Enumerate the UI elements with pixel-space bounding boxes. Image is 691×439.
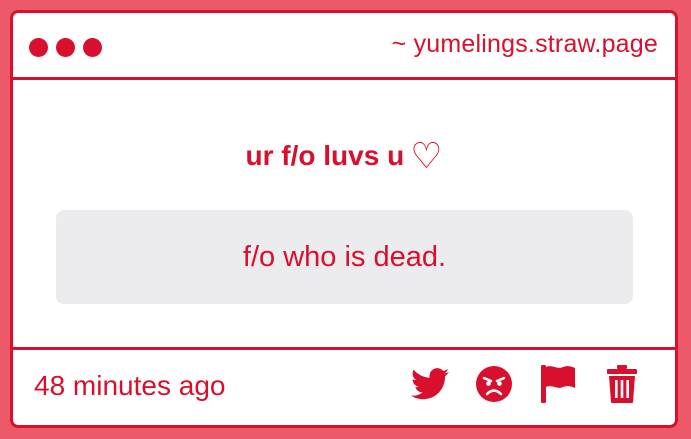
question-title: ur f/o luvs u ♡ [13,136,675,177]
window-dot [56,38,75,57]
answer-text: f/o who is dead. [242,240,447,273]
site-url[interactable]: ~ yumelings.straw.page [392,30,658,59]
answer-box: f/o who is dead. [56,210,633,304]
report-button[interactable] [538,364,578,404]
card-footer: 48 minutes ago [13,347,675,425]
question-text: ur f/o luvs u [245,140,405,171]
twitter-icon [411,368,449,400]
flag-icon [541,365,575,403]
window-dots [29,38,102,57]
window-dot [83,38,102,57]
action-bar [410,364,642,404]
angry-face-icon [476,366,512,402]
heart-icon: ♡ [410,136,443,177]
delete-button[interactable] [602,364,642,404]
trash-icon [607,365,637,403]
share-twitter-button[interactable] [410,364,450,404]
window-dot [29,38,48,57]
react-angry-button[interactable] [474,364,514,404]
question-card: ~ yumelings.straw.page ur f/o luvs u ♡ f/… [10,10,678,428]
timestamp: 48 minutes ago [34,370,226,401]
card-header: ~ yumelings.straw.page [13,13,675,80]
card-body: ur f/o luvs u ♡ f/o who is dead. [13,80,675,353]
